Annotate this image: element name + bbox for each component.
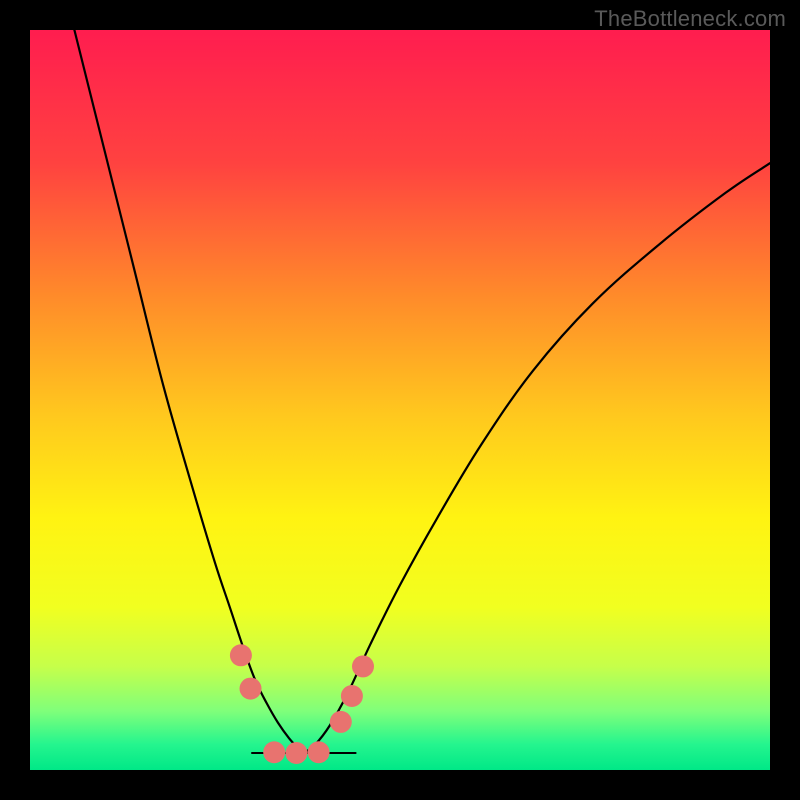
valley-marker (330, 711, 352, 733)
chart-area (30, 30, 770, 770)
valley-marker (240, 678, 262, 700)
valley-marker (308, 741, 330, 763)
valley-marker (285, 742, 307, 764)
valley-marker (341, 685, 363, 707)
watermark-label: TheBottleneck.com (594, 6, 786, 32)
chart-svg (30, 30, 770, 770)
gradient-background (30, 30, 770, 770)
valley-marker (263, 741, 285, 763)
valley-marker (230, 644, 252, 666)
valley-marker (352, 655, 374, 677)
